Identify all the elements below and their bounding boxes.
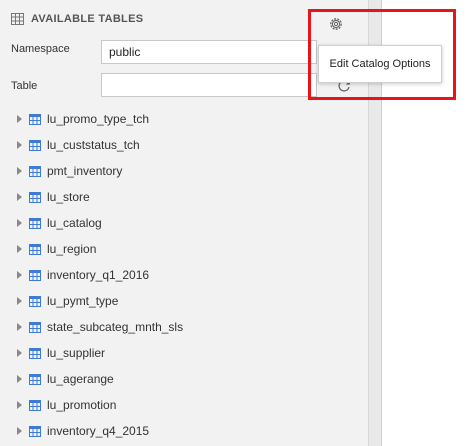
table-name: lu_region — [47, 242, 97, 256]
table-icon — [29, 374, 41, 385]
table-row[interactable]: state_subcateg_mnth_sls — [0, 315, 368, 341]
expand-caret-icon[interactable] — [17, 323, 22, 331]
table-row[interactable]: lu_agerange — [0, 367, 368, 393]
table-icon — [29, 426, 41, 437]
table-row[interactable]: lu_supplier — [0, 341, 368, 367]
panel-title: AVAILABLE TABLES — [31, 13, 144, 25]
table-row[interactable]: lu_store — [0, 185, 368, 211]
table-name: lu_custstatus_tch — [47, 138, 140, 152]
table-name: inventory_q4_2015 — [47, 424, 150, 438]
table-name: state_subcateg_mnth_sls — [47, 320, 184, 334]
table-row[interactable]: lu_region — [0, 237, 368, 263]
expand-caret-icon[interactable] — [17, 349, 22, 357]
table-icon — [29, 218, 41, 229]
namespace-label: Namespace — [11, 43, 70, 55]
table-row[interactable]: lu_promotion — [0, 393, 368, 419]
expand-caret-icon[interactable] — [17, 375, 22, 383]
expand-caret-icon[interactable] — [17, 427, 22, 435]
table-name: lu_promo_type_tch — [47, 112, 150, 126]
table-list: lu_promo_type_tch lu_custstatus_tch pmt_in… — [0, 107, 368, 445]
table-icon — [29, 322, 41, 333]
table-name: lu_promotion — [47, 398, 117, 412]
table-label: Table — [11, 80, 38, 92]
table-name: lu_pymt_type — [47, 294, 119, 308]
expand-caret-icon[interactable] — [17, 141, 22, 149]
table-icon — [29, 140, 41, 151]
table-icon — [29, 400, 41, 411]
table-row[interactable]: lu_custstatus_tch — [0, 133, 368, 159]
expand-caret-icon[interactable] — [17, 167, 22, 175]
table-row[interactable]: lu_promo_type_tch — [0, 107, 368, 133]
highlight-box — [308, 9, 456, 100]
table-name: lu_supplier — [47, 346, 106, 360]
table-row[interactable]: lu_catalog — [0, 211, 368, 237]
expand-caret-icon[interactable] — [17, 115, 22, 123]
table-row[interactable]: pmt_inventory — [0, 159, 368, 185]
table-icon — [29, 296, 41, 307]
namespace-select[interactable]: public — [101, 40, 317, 64]
table-name: lu_store — [47, 190, 90, 204]
expand-caret-icon[interactable] — [17, 401, 22, 409]
table-icon — [29, 348, 41, 359]
table-icon — [29, 192, 41, 203]
expand-caret-icon[interactable] — [17, 271, 22, 279]
table-row[interactable]: inventory_q1_2016 — [0, 263, 368, 289]
grid-table-icon — [11, 13, 24, 25]
panel-header: AVAILABLE TABLES — [11, 10, 143, 28]
expand-caret-icon[interactable] — [17, 297, 22, 305]
table-name: pmt_inventory — [47, 164, 123, 178]
table-icon — [29, 166, 41, 177]
table-icon — [29, 114, 41, 125]
expand-caret-icon[interactable] — [17, 219, 22, 227]
table-search-input[interactable] — [101, 73, 317, 97]
table-row[interactable]: lu_pymt_type — [0, 289, 368, 315]
table-icon — [29, 270, 41, 281]
table-row[interactable]: inventory_q4_2015 — [0, 419, 368, 445]
table-name: lu_catalog — [47, 216, 102, 230]
expand-caret-icon[interactable] — [17, 193, 22, 201]
table-name: lu_agerange — [47, 372, 114, 386]
table-icon — [29, 244, 41, 255]
table-name: inventory_q1_2016 — [47, 268, 150, 282]
expand-caret-icon[interactable] — [17, 245, 22, 253]
